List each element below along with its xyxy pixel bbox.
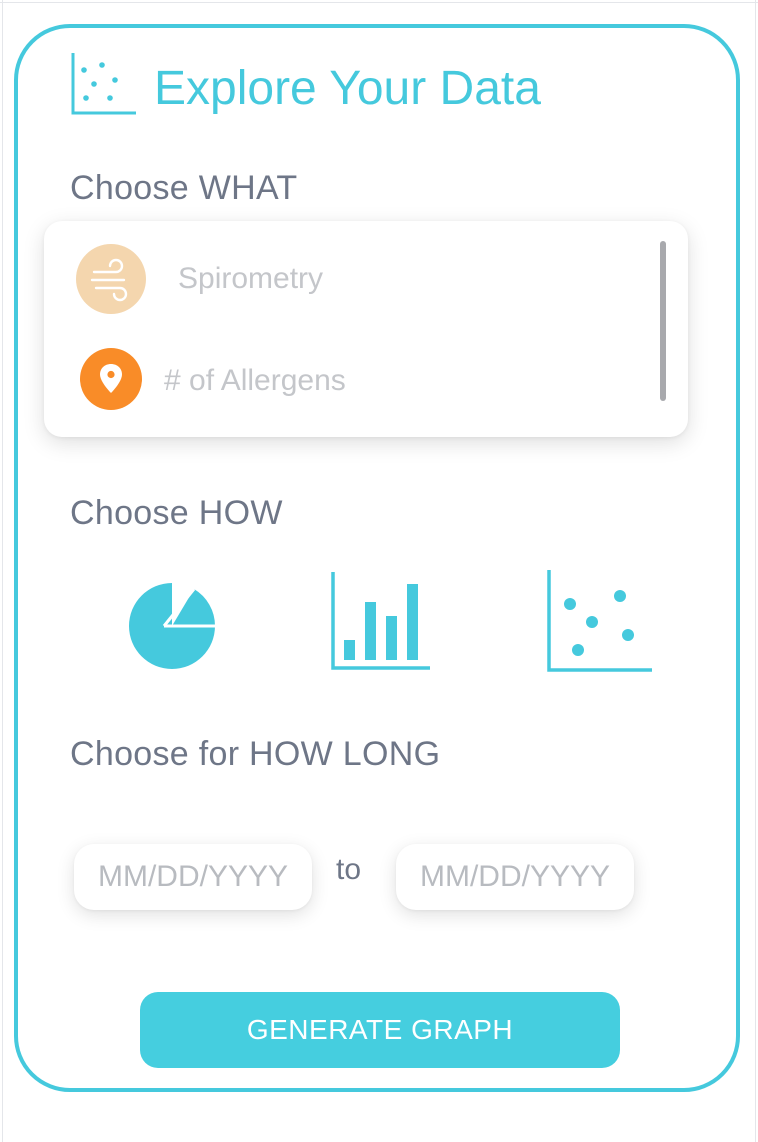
choose-what-label: Choose WHAT xyxy=(70,169,298,207)
page-edge-top xyxy=(0,2,758,3)
location-pin-icon xyxy=(80,348,142,410)
generate-graph-button[interactable]: GENERATE GRAPH xyxy=(140,992,620,1068)
page-title: Explore Your Data xyxy=(154,62,541,115)
scatter-plot-icon[interactable] xyxy=(546,568,654,674)
bar-chart-icon[interactable] xyxy=(330,570,432,672)
wind-icon xyxy=(76,244,146,314)
pie-chart-icon[interactable] xyxy=(126,580,218,672)
date-range-separator: to xyxy=(336,853,362,886)
choose-how-label: Choose HOW xyxy=(70,494,283,532)
metric-option-allergens[interactable]: # of Allergens xyxy=(44,345,644,425)
metric-option-label: Spirometry xyxy=(178,262,324,295)
metric-list[interactable]: Spirometry # of Allergens xyxy=(44,221,688,437)
metric-option-label: # of Allergens xyxy=(164,364,346,397)
start-date-field[interactable] xyxy=(74,844,312,910)
page-edge-left xyxy=(2,0,3,1142)
choose-how-long-label: Choose for HOW LONG xyxy=(70,735,441,773)
metric-list-scrollbar[interactable] xyxy=(660,241,666,401)
metric-option-spirometry[interactable]: Spirometry xyxy=(44,241,644,321)
end-date-field[interactable] xyxy=(396,844,634,910)
scatter-plot-icon xyxy=(71,53,136,115)
page-edge-right xyxy=(755,0,756,1142)
